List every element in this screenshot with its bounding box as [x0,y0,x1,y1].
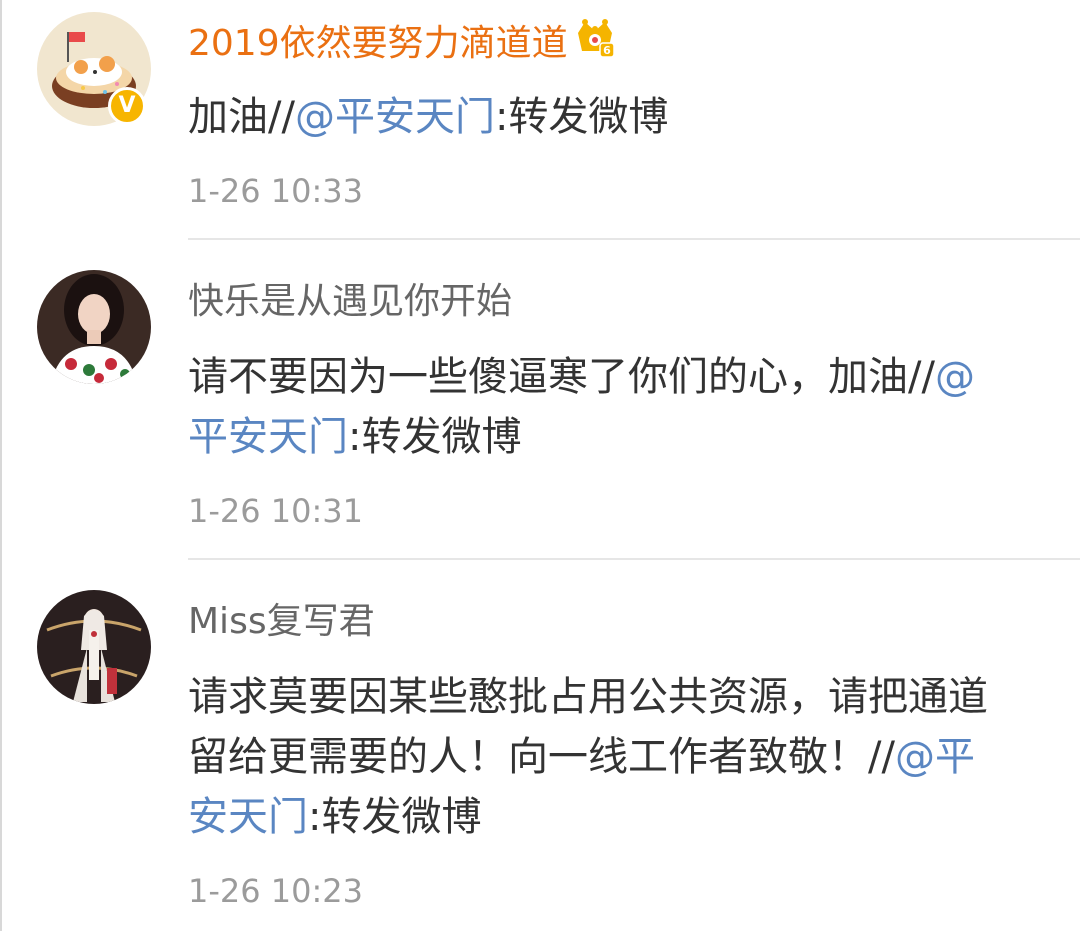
comment-timestamp: 1-26 10:33 [188,172,364,210]
comment-text: 加油//@平安天门:转发微博 [188,87,1002,147]
left-edge-line [0,0,2,931]
divider [188,238,1080,240]
comment-text-prefix: 请求莫要因某些憨批占用公共资源，请把通道留给更需要的人！向一线工作者致敬！// [188,674,988,780]
comment-text-suffix: :转发微博 [494,94,669,140]
username-text[interactable]: 2019依然要努力滴道道 [188,23,568,64]
crown-vip-icon[interactable]: 6 [574,17,616,75]
comment-username[interactable]: 快乐是从遇见你开始 [188,277,1002,327]
mention-link[interactable]: @平安天门 [295,94,495,140]
vip-level-text: 6 [603,44,611,57]
comment-text-suffix: :转发微博 [348,414,522,460]
comment-username[interactable]: Miss复写君 [188,597,1002,647]
comment-text: 请求莫要因某些憨批占用公共资源，请把通道留给更需要的人！向一线工作者致敬！//@… [188,667,1002,847]
comment-text-suffix: :转发微博 [308,794,482,840]
comment-timestamp: 1-26 10:23 [188,872,364,910]
comment-timestamp: 1-26 10:31 [188,492,364,530]
comment-text: 请不要因为一些傻逼寒了你们的心，加油//@平安天门:转发微博 [188,347,1002,467]
illustrated-figure-avatar-image [37,590,151,704]
divider [188,558,1080,560]
avatar-image[interactable] [37,270,151,384]
comment-username[interactable]: 2019依然要努力滴道道 6 [188,17,1002,67]
avatar-image[interactable] [37,590,151,704]
verified-v-badge: V [108,87,146,125]
crown-vip-icon-svg: 6 [577,19,615,58]
comment-text-prefix: 加油// [188,94,295,140]
comment-text-prefix: 请不要因为一些傻逼寒了你们的心，加油// [188,354,935,400]
portrait-woman-avatar-image [37,270,151,384]
